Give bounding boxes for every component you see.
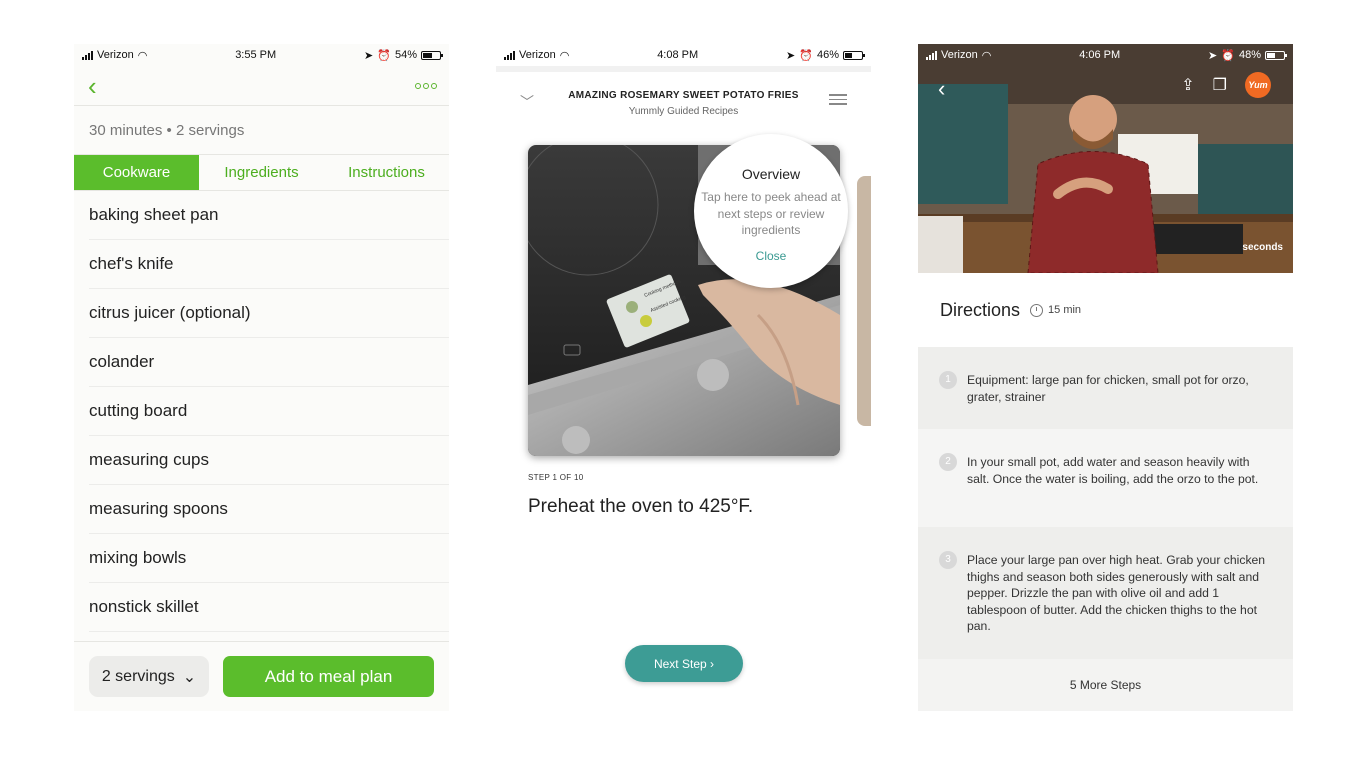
recipe-header: ﹀ AMAZING ROSEMARY SWEET POTATO FRIES Yu… <box>496 72 871 130</box>
recipe-meta: 30 minutes • 2 servings <box>89 121 245 139</box>
step-text: Equipment: large pan for chicken, small … <box>967 373 1249 404</box>
collapse-chevron-icon[interactable]: ﹀ <box>520 92 534 112</box>
alarm-icon: ⏰ <box>799 49 813 62</box>
next-step-button[interactable]: Next Step › <box>625 645 743 682</box>
step-number: 1 <box>939 371 957 389</box>
step-instruction: Preheat the oven to 425°F. <box>528 496 754 517</box>
signal-icon <box>926 50 937 60</box>
list-item: nonstick skillet <box>89 583 449 632</box>
clock-time: 3:55 PM <box>235 49 277 61</box>
cook-time: 15 min <box>1030 303 1082 317</box>
status-bar: Verizon ◠ 4:06 PM ➤ ⏰ 48% <box>918 44 1293 66</box>
list-item: chef's knife <box>89 240 449 289</box>
next-step-card-peek[interactable] <box>857 176 871 426</box>
cook-time-value: 15 min <box>1048 304 1082 316</box>
overview-heading: Overview <box>741 166 801 182</box>
status-bar: Verizon ◠ 4:08 PM ➤ ⏰ 46% <box>496 44 871 66</box>
location-icon: ➤ <box>786 49 796 62</box>
step-text: Place your large pan over high heat. Gra… <box>967 553 1266 634</box>
wifi-icon: ◠ <box>981 49 992 62</box>
alarm-icon: ⏰ <box>377 49 391 62</box>
direction-step: 1 Equipment: large pan for chicken, small… <box>918 347 1293 429</box>
servings-label: 2 servings <box>101 667 175 685</box>
brand-watermark: seconds <box>1242 242 1283 253</box>
wifi-icon: ◠ <box>559 49 570 62</box>
status-bar: Verizon ◠ 3:55 PM ➤ ⏰ 54% <box>74 44 449 66</box>
direction-step: 2 In your small pot, add water and season… <box>918 429 1293 527</box>
list-item: cutting board <box>89 387 449 436</box>
location-icon: ➤ <box>1208 49 1218 62</box>
copy-icon[interactable]: ❐ <box>1213 75 1227 95</box>
step-number: 2 <box>939 453 957 471</box>
more-options-icon[interactable] <box>415 82 437 89</box>
back-chevron-icon[interactable]: ‹ <box>938 76 945 102</box>
tab-ingredients[interactable]: Ingredients <box>199 155 324 190</box>
back-chevron-icon[interactable]: ‹ <box>88 73 97 99</box>
close-tooltip-link[interactable]: Close <box>694 249 848 263</box>
add-to-meal-plan-button[interactable]: Add to meal plan <box>223 656 434 697</box>
chevron-down-icon: ⌄ <box>182 668 197 686</box>
tab-bar: Cookware Ingredients Instructions <box>74 154 449 191</box>
cookware-list: baking sheet pan chef's knife citrus jui… <box>74 191 449 632</box>
carrier-label: Verizon <box>97 49 134 61</box>
cookware-screen: Verizon ◠ 3:55 PM ➤ ⏰ 54% ‹ 30 minutes • 2 … <box>74 44 449 711</box>
wifi-icon: ◠ <box>137 49 148 62</box>
tab-instructions[interactable]: Instructions <box>324 155 449 190</box>
battery-icon <box>420 50 443 60</box>
video-actions: ⇪ ❐ Yum <box>1181 72 1271 98</box>
location-icon: ➤ <box>364 49 374 62</box>
list-item: mixing bowls <box>89 534 449 583</box>
overview-tooltip: Overview Tap here to peek ahead at next … <box>694 134 848 288</box>
clock-time: 4:08 PM <box>657 49 699 61</box>
signal-icon <box>82 50 93 60</box>
clock-icon <box>1030 303 1044 317</box>
list-item: citrus juicer (optional) <box>89 289 449 338</box>
list-menu-icon[interactable] <box>829 94 847 108</box>
recipe-subtitle: Yummly Guided Recipes <box>628 106 739 117</box>
battery-percent: 46% <box>816 49 839 61</box>
list-item: measuring spoons <box>89 485 449 534</box>
carrier-label: Verizon <box>941 49 978 61</box>
alarm-icon: ⏰ <box>1221 49 1235 62</box>
battery-percent: 54% <box>394 49 417 61</box>
clock-time: 4:06 PM <box>1079 49 1121 61</box>
signal-icon <box>504 50 515 60</box>
recipe-title: AMAZING ROSEMARY SWEET POTATO FRIES <box>568 90 799 101</box>
carrier-label: Verizon <box>519 49 556 61</box>
more-steps-button[interactable]: 5 More Steps <box>918 659 1293 711</box>
next-step-label: Next Step <box>653 656 707 671</box>
recipe-video[interactable]: Verizon ◠ 4:06 PM ➤ ⏰ 48% ‹ ⇪ ❐ Yum seconds <box>918 44 1293 273</box>
direction-step: 3 Place your large pan over high heat. Gr… <box>918 527 1293 659</box>
yum-button[interactable]: Yum <box>1245 72 1271 98</box>
share-icon[interactable]: ⇪ <box>1181 75 1194 95</box>
battery-icon <box>842 50 865 60</box>
battery-icon <box>1264 50 1287 60</box>
overview-text: Tap here to peek ahead at next steps or … <box>701 190 841 237</box>
list-item: baking sheet pan <box>89 191 449 240</box>
guided-recipe-screen: Verizon ◠ 4:08 PM ➤ ⏰ 46% ﹀ AMAZING ROSEMAR… <box>496 44 871 711</box>
battery-percent: 48% <box>1238 49 1261 61</box>
servings-dropdown[interactable]: 2 servings ⌄ <box>89 656 209 697</box>
step-number: 3 <box>939 551 957 569</box>
directions-header: Directions 15 min <box>918 273 1293 347</box>
list-item: colander <box>89 338 449 387</box>
nav-bar: ‹ <box>74 66 449 106</box>
step-counter: STEP 1 OF 10 <box>528 473 584 482</box>
video-recipe-screen: Verizon ◠ 4:06 PM ➤ ⏰ 48% ‹ ⇪ ❐ Yum seconds… <box>918 44 1293 711</box>
tab-cookware[interactable]: Cookware <box>74 155 199 190</box>
step-text: In your small pot, add water and season … <box>967 455 1259 486</box>
footer-bar: 2 servings ⌄ Add to meal plan <box>74 641 449 711</box>
directions-title: Directions <box>940 299 1021 320</box>
list-item: measuring cups <box>89 436 449 485</box>
chevron-right-icon: › <box>706 656 715 671</box>
